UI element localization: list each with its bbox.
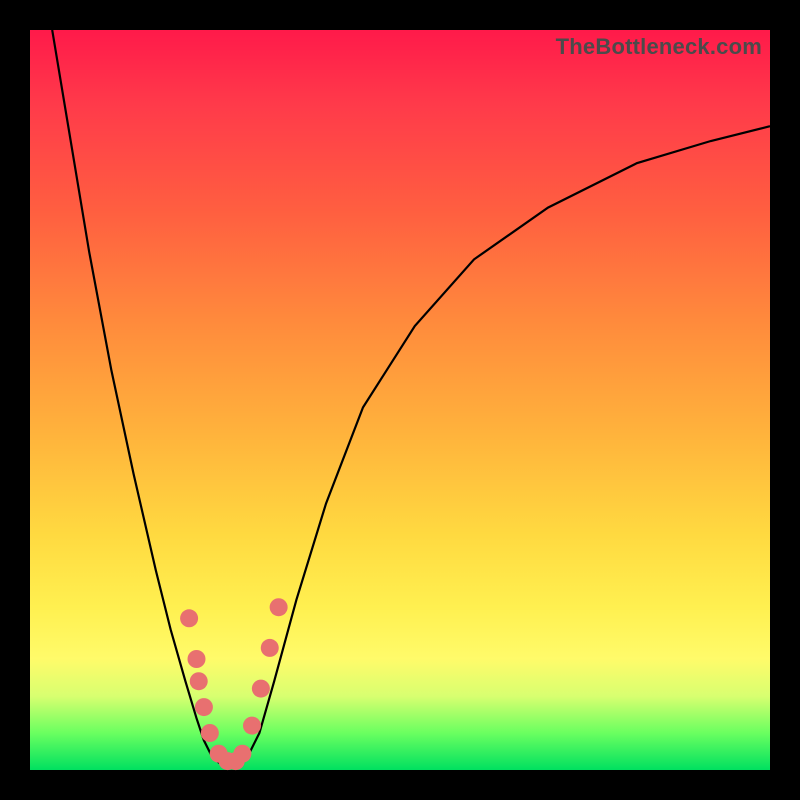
marker-group <box>180 598 288 770</box>
data-marker <box>243 717 261 735</box>
data-marker <box>252 680 270 698</box>
data-marker <box>201 724 219 742</box>
plot-area: TheBottleneck.com <box>30 30 770 770</box>
data-marker <box>270 598 288 616</box>
data-marker <box>195 698 213 716</box>
data-marker <box>188 650 206 668</box>
chart-frame: TheBottleneck.com <box>0 0 800 800</box>
data-marker <box>261 639 279 657</box>
chart-overlay <box>30 30 770 770</box>
bottleneck-curve <box>52 30 770 764</box>
data-marker <box>180 609 198 627</box>
data-marker <box>190 672 208 690</box>
data-marker <box>233 745 251 763</box>
